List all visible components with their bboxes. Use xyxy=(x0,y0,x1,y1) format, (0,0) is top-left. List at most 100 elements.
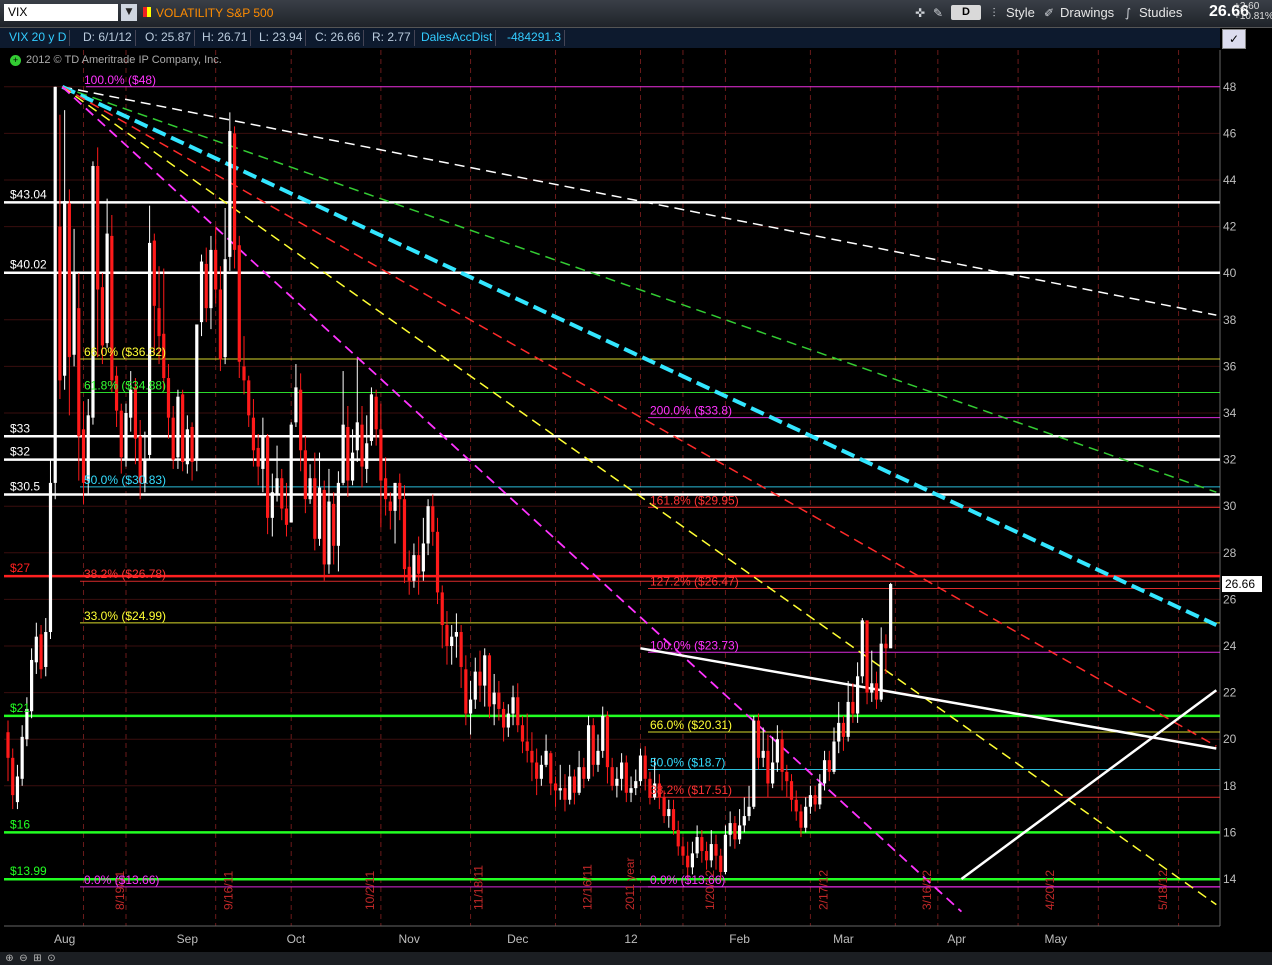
candle-body[interactable] xyxy=(629,788,633,793)
candle-body[interactable] xyxy=(20,736,24,779)
candle-body[interactable] xyxy=(63,200,67,376)
candle-body[interactable] xyxy=(133,387,138,439)
candle-body[interactable] xyxy=(549,753,553,784)
candle-body[interactable] xyxy=(610,767,614,786)
candle-body[interactable] xyxy=(813,795,817,805)
candle-body[interactable] xyxy=(426,506,430,544)
trendline[interactable] xyxy=(61,86,963,913)
crosshair-icon[interactable]: ✜ xyxy=(912,5,928,21)
candle-body[interactable] xyxy=(270,492,274,518)
candle-body[interactable] xyxy=(851,701,855,714)
candle-body[interactable] xyxy=(483,655,487,686)
candle-body[interactable] xyxy=(586,725,591,779)
candle-body[interactable] xyxy=(58,226,62,381)
candle-body[interactable] xyxy=(535,762,539,779)
candle-body[interactable] xyxy=(204,263,208,309)
candle-body[interactable] xyxy=(251,417,256,451)
candle-body[interactable] xyxy=(261,436,265,469)
candle-body[interactable] xyxy=(544,750,548,765)
candle-body[interactable] xyxy=(553,783,558,791)
candle-body[interactable] xyxy=(804,806,808,828)
candle-body[interactable] xyxy=(360,424,364,467)
candle-body[interactable] xyxy=(256,447,260,467)
candle-body[interactable] xyxy=(520,725,525,742)
symbol-input[interactable]: VIX xyxy=(4,4,118,21)
candle-body[interactable] xyxy=(620,762,624,779)
candle-body[interactable] xyxy=(393,482,397,511)
plus-icon[interactable]: + xyxy=(10,55,21,66)
candle-body[interactable] xyxy=(766,750,770,784)
candle-body[interactable] xyxy=(77,308,81,437)
candle-body[interactable] xyxy=(516,697,520,726)
zoom-out-icon[interactable]: ⊖ xyxy=(18,953,29,964)
candle-body[interactable] xyxy=(171,417,175,460)
candle-body[interactable] xyxy=(856,676,860,714)
candle-body[interactable] xyxy=(667,809,671,817)
zoom-in-icon[interactable]: ⊕ xyxy=(4,953,15,964)
studies-icon[interactable]: ∫ xyxy=(1120,5,1136,21)
candle-body[interactable] xyxy=(152,240,156,306)
candle-body[interactable] xyxy=(889,584,893,649)
candle-body[interactable] xyxy=(181,394,185,462)
candle-body[interactable] xyxy=(690,853,694,868)
candle-body[interactable] xyxy=(799,811,803,828)
candle-body[interactable] xyxy=(421,543,425,572)
candle-body[interactable] xyxy=(388,501,392,511)
trendline[interactable] xyxy=(960,689,1218,881)
grid-icon[interactable]: ⊞ xyxy=(32,953,43,964)
candle-body[interactable] xyxy=(176,396,180,458)
candle-body[interactable] xyxy=(341,424,345,483)
candle-body[interactable] xyxy=(214,249,218,290)
candle-body[interactable] xyxy=(624,762,628,793)
style-menu[interactable]: Style xyxy=(1006,4,1035,22)
candle-body[interactable] xyxy=(223,259,227,358)
candle-body[interactable] xyxy=(48,482,53,633)
candle-body[interactable] xyxy=(827,760,831,772)
candle-body[interactable] xyxy=(756,720,761,758)
candle-body[interactable] xyxy=(275,478,279,495)
candle-body[interactable] xyxy=(313,478,317,539)
candle-body[interactable] xyxy=(402,499,407,570)
candle-body[interactable] xyxy=(11,757,15,796)
candle-body[interactable] xyxy=(39,634,43,670)
candle-body[interactable] xyxy=(398,482,402,500)
candle-body[interactable] xyxy=(266,436,270,518)
candle-body[interactable] xyxy=(440,592,444,626)
aggregation-label[interactable]: VIX 20 y D xyxy=(6,30,71,46)
wrench-icon[interactable]: ✎ xyxy=(930,5,946,21)
candle-body[interactable] xyxy=(558,788,562,791)
candle-body[interactable] xyxy=(355,422,359,451)
drawings-menu[interactable]: Drawings xyxy=(1060,4,1114,22)
candle-body[interactable] xyxy=(601,715,605,751)
candle-body[interactable] xyxy=(860,620,864,677)
candle-body[interactable] xyxy=(435,531,440,593)
candle-body[interactable] xyxy=(445,625,449,646)
candle-body[interactable] xyxy=(771,762,775,784)
candle-body[interactable] xyxy=(596,750,600,765)
price-chart[interactable]: 14 16 18 20 22 24 26 28 30 32 34 36 38 40 42 44 46 48 Aug S… xyxy=(0,0,1272,965)
candle-body[interactable] xyxy=(332,503,336,546)
candle-body[interactable] xyxy=(605,715,610,768)
trendline[interactable] xyxy=(640,647,1217,750)
candle-body[interactable] xyxy=(478,671,482,686)
candle-body[interactable] xyxy=(119,410,123,458)
candle-body[interactable] xyxy=(346,426,350,481)
candle-body[interactable] xyxy=(785,771,789,782)
candle-body[interactable] xyxy=(747,806,751,817)
candle-body[interactable] xyxy=(643,755,647,779)
candle-body[interactable] xyxy=(322,489,326,565)
chevron-down-icon[interactable]: ▼ xyxy=(121,4,137,21)
candle-body[interactable] xyxy=(365,443,369,469)
candle-body[interactable] xyxy=(247,380,251,416)
candle-body[interactable] xyxy=(303,450,307,500)
candle-body[interactable] xyxy=(884,643,888,649)
candle-body[interactable] xyxy=(34,636,38,663)
candle-body[interactable] xyxy=(662,797,666,817)
candle-body[interactable] xyxy=(369,394,374,441)
candle-body[interactable] xyxy=(317,487,322,539)
candle-body[interactable] xyxy=(72,273,76,355)
candle-body[interactable] xyxy=(615,778,619,786)
candle-body[interactable] xyxy=(15,776,20,803)
candle-body[interactable] xyxy=(53,86,57,483)
candle-body[interactable] xyxy=(686,855,690,868)
